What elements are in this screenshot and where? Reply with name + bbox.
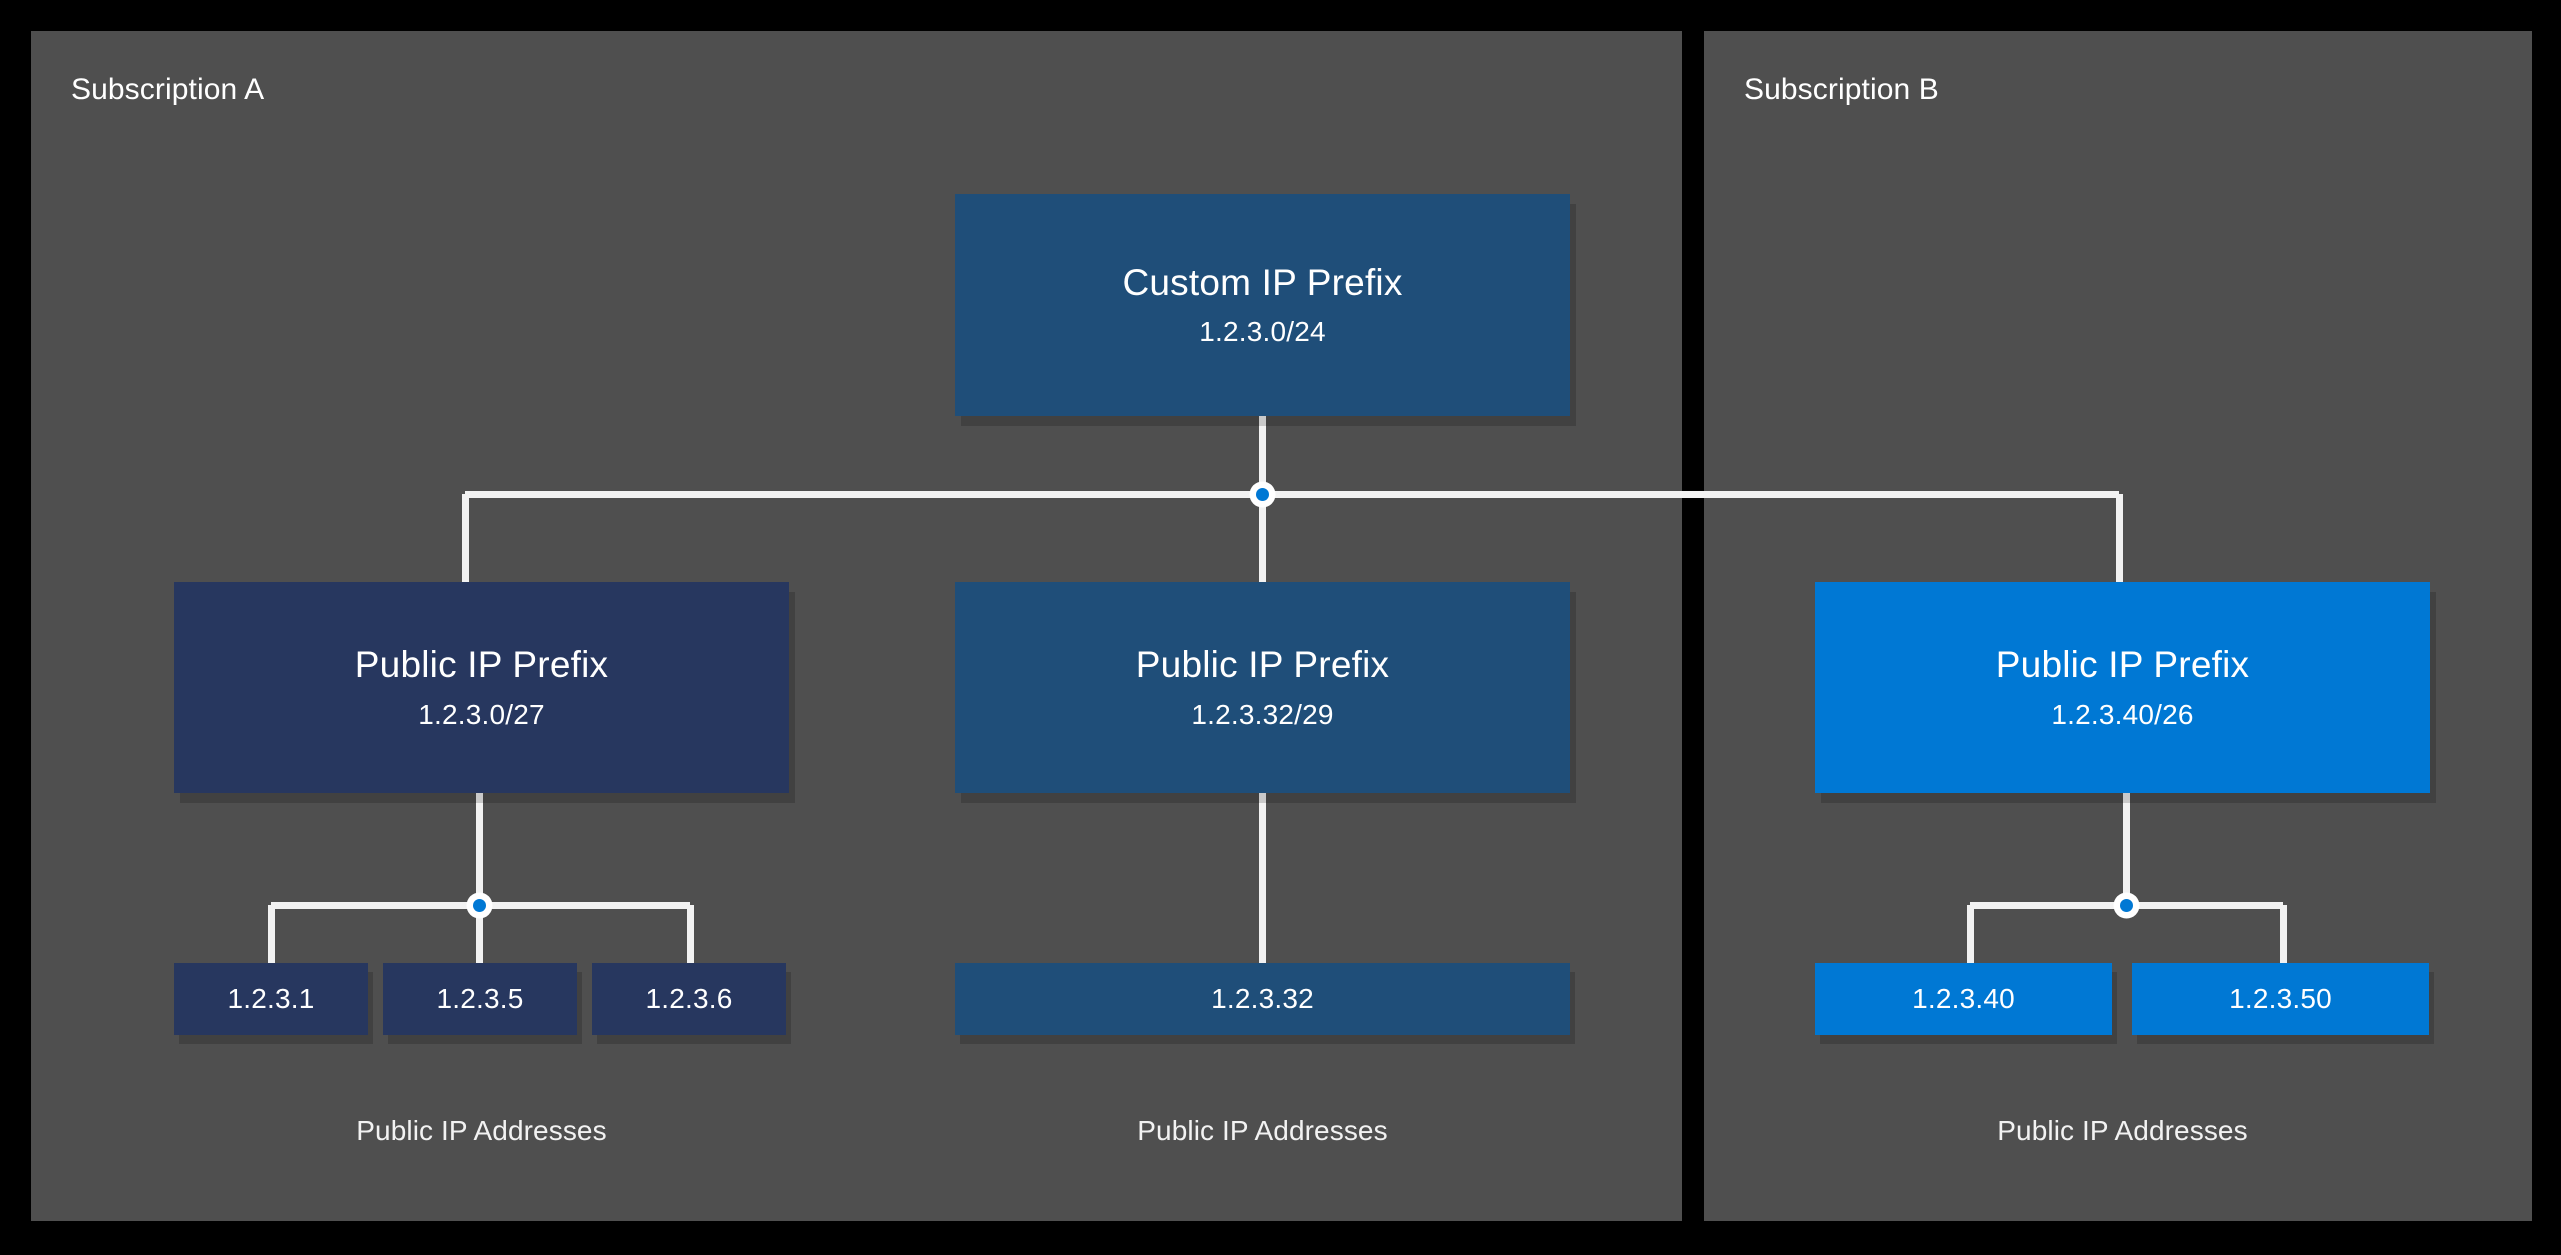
node-public-ip-prefix-right[interactable]: Public IP Prefix 1.2.3.40/26 [1815,582,2430,793]
address-chip[interactable]: 1.2.3.5 [383,963,577,1035]
caption-public-ip-addresses-middle: Public IP Addresses [1137,1115,1388,1146]
node-custom-ip-prefix[interactable]: Custom IP Prefix 1.2.3.0/24 [955,194,1570,416]
node-public-ip-prefix-left[interactable]: Public IP Prefix 1.2.3.0/27 [174,582,789,793]
node-title: Public IP Prefix [354,644,609,686]
node-title: Public IP Prefix [1135,644,1390,686]
node-cidr: 1.2.3.40/26 [2051,698,2194,730]
address-chip[interactable]: 1.2.3.6 [592,963,786,1035]
address-chip[interactable]: 1.2.3.50 [2132,963,2429,1035]
node-cidr: 1.2.3.0/27 [418,698,545,730]
subscription-a-label: Subscription A [71,73,265,106]
address-chip[interactable]: 1.2.3.1 [174,963,368,1035]
address-chip[interactable]: 1.2.3.32 [955,963,1570,1035]
node-cidr: 1.2.3.0/24 [1199,316,1326,348]
subscription-b-label: Subscription B [1744,73,1939,106]
node-title: Public IP Prefix [1995,644,2250,686]
diagram-canvas: Subscription A Subscription B Custom IP … [0,0,2561,1255]
node-cidr: 1.2.3.32/29 [1191,698,1334,730]
caption-public-ip-addresses-left: Public IP Addresses [356,1115,607,1146]
node-title: Custom IP Prefix [1122,261,1403,303]
caption-public-ip-addresses-right: Public IP Addresses [1997,1115,2248,1146]
node-public-ip-prefix-middle[interactable]: Public IP Prefix 1.2.3.32/29 [955,582,1570,793]
address-chip[interactable]: 1.2.3.40 [1815,963,2112,1035]
